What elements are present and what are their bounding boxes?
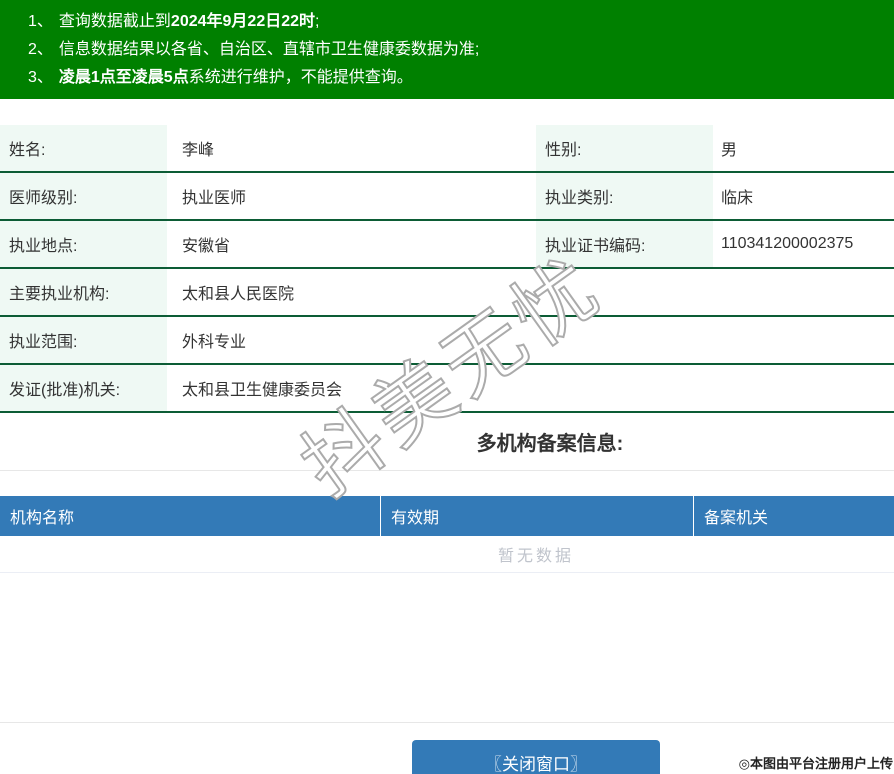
table-row: 姓名: 李峰 性别: 男 bbox=[0, 125, 894, 173]
upload-credit-text: ◎本图由平台注册用户上传 bbox=[738, 756, 893, 771]
notice-3-bold: 凌晨1点至凌晨5点 bbox=[58, 69, 189, 86]
query-result-window: 1、 查询数据截止到2024年9月22日22时; 2、 信息数据结果以各省、自治区、… bbox=[0, 0, 894, 774]
table-row: 执业地点: 安徽省 执业证书编码: 110341200002375 bbox=[0, 221, 894, 269]
practice-category-label: 执业类别: bbox=[536, 173, 713, 219]
column-header-institution-name: 机构名称 bbox=[10, 510, 75, 527]
certificate-number-label: 执业证书编码: bbox=[536, 221, 713, 267]
notice-2-number: 2、 bbox=[28, 41, 53, 58]
notice-2-text: 信息数据结果以各省、自治区、直辖市卫生健康委数据为准; bbox=[58, 41, 480, 58]
doctor-level-label: 医师级别: bbox=[0, 173, 167, 219]
practice-category-value: 临床 bbox=[721, 190, 754, 207]
multi-org-table-header: 机构名称 有效期 备案机关 bbox=[0, 496, 894, 536]
notice-1-post: ; bbox=[315, 13, 320, 30]
practice-scope-label: 执业范围: bbox=[0, 317, 167, 363]
multi-org-table: 机构名称 有效期 备案机关 暂无数据 bbox=[0, 496, 894, 573]
column-header-validity-period: 有效期 bbox=[380, 496, 693, 536]
practice-scope-value: 外科专业 bbox=[182, 334, 247, 351]
practice-location-value: 安徽省 bbox=[182, 238, 231, 255]
doctor-level-value: 执业医师 bbox=[182, 190, 247, 207]
column-header-record-authority: 备案机关 bbox=[693, 496, 894, 536]
notice-3-number: 3、 bbox=[28, 69, 53, 86]
certificate-number-value: 110341200002375 bbox=[721, 235, 854, 252]
issuing-authority-value: 太和县卫生健康委员会 bbox=[182, 382, 343, 399]
notice-1-number: 1、 bbox=[28, 13, 53, 30]
notice-line-3: 3、 凌晨1点至凌晨5点系统进行维护，不能提供查询。 bbox=[28, 64, 894, 92]
close-window-button[interactable]: 〖关闭窗口〗 bbox=[412, 740, 660, 774]
page-container: 1、 查询数据截止到2024年9月22日22时; 2、 信息数据结果以各省、自治区、… bbox=[0, 0, 894, 774]
issuing-authority-label: 发证(批准)机关: bbox=[0, 365, 167, 411]
notice-line-2: 2、 信息数据结果以各省、自治区、直辖市卫生健康委数据为准; bbox=[28, 36, 894, 64]
notice-1-text: 查询数据截止到 bbox=[58, 13, 171, 30]
main-institution-value: 太和县人民医院 bbox=[182, 286, 295, 303]
multi-org-heading: 多机构备案信息: bbox=[476, 433, 624, 455]
notice-banner: 1、 查询数据截止到2024年9月22日22时; 2、 信息数据结果以各省、自治区、… bbox=[0, 0, 894, 99]
practice-location-label: 执业地点: bbox=[0, 221, 167, 267]
notice-line-1: 1、 查询数据截止到2024年9月22日22时; bbox=[28, 8, 894, 36]
table-row: 执业范围: 外科专业 bbox=[0, 317, 894, 365]
main-institution-label: 主要执业机构: bbox=[0, 269, 167, 315]
name-label: 姓名: bbox=[0, 125, 167, 171]
table-row: 主要执业机构: 太和县人民医院 bbox=[0, 269, 894, 317]
content-spacer bbox=[0, 573, 894, 723]
table-row: 发证(批准)机关: 太和县卫生健康委员会 bbox=[0, 365, 894, 413]
notice-1-bold: 2024年9月22日22时 bbox=[170, 13, 316, 30]
gender-value: 男 bbox=[721, 142, 738, 159]
notice-3-post: 系统进行维护，不能提供查询。 bbox=[188, 69, 413, 86]
name-value: 李峰 bbox=[182, 142, 215, 159]
multi-org-section-heading-row: 多机构备案信息: bbox=[0, 413, 894, 471]
gender-label: 性别: bbox=[536, 125, 713, 171]
empty-data-placeholder: 暂无数据 bbox=[0, 536, 894, 573]
table-row: 医师级别: 执业医师 执业类别: 临床 bbox=[0, 173, 894, 221]
doctor-info-table: 姓名: 李峰 性别: 男 医师级别: 执业医师 执业类别: 临床 执业地点: 安… bbox=[0, 125, 894, 413]
